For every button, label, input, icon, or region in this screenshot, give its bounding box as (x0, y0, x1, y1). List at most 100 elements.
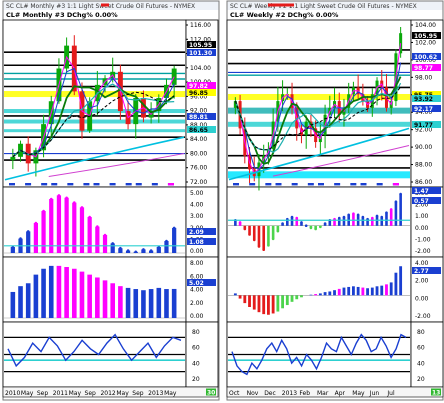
price-flag-label: 86.65 (189, 127, 208, 134)
histogram-dot (295, 216, 299, 220)
histogram-dot (337, 216, 341, 220)
histogram-dot (257, 245, 261, 248)
histogram-dot (262, 248, 265, 252)
histogram-dot (323, 222, 327, 225)
date-label: Oct (229, 390, 240, 397)
ind2-tick-label: -2.00 (415, 313, 431, 320)
price-flag-label: 105.95 (414, 33, 437, 40)
osc-tick-label: 60 (192, 345, 200, 352)
signal-marker (318, 183, 324, 186)
ind2-tick-label: 2.00 (190, 300, 204, 307)
osc-tick-label: 60 (417, 345, 425, 352)
chart-panel-right: SC CL# Weekly #2 1:1 Light Sweet Crude O… (226, 0, 444, 401)
histogram-dot (361, 215, 365, 219)
date-label: 2013 (282, 390, 297, 397)
price-tick-label: 104.00 (190, 65, 211, 72)
histogram-dot (300, 221, 303, 224)
histogram-dot (57, 194, 61, 197)
axis-ind1 (185, 186, 219, 258)
histogram-dot (238, 221, 242, 224)
histogram-dot (385, 211, 388, 214)
ind1-flag-label: 1.08 (189, 239, 204, 246)
price-tick-label: 116.00 (190, 22, 211, 29)
histogram-dot (314, 227, 317, 231)
ind1-tick-label: 0.00 (415, 225, 429, 232)
signal-marker (125, 183, 132, 186)
histogram-dot (165, 239, 168, 243)
price-tick-label: 76.00 (190, 165, 207, 172)
price-flag-label: 98.77 (414, 65, 433, 72)
histogram-dot (126, 249, 130, 252)
corner-badge-label: 30 (207, 390, 215, 397)
price-flag-label: 93.92 (414, 96, 433, 103)
signal-marker (41, 183, 48, 186)
histogram-dot (271, 237, 275, 241)
ind2-flag-label: 5.02 (189, 280, 204, 287)
price-flag-label: 88.81 (189, 114, 208, 121)
histogram-dot (142, 248, 145, 251)
window-title-text: SC CL# Monthly #3 1:1 Light Sweet Crude … (6, 3, 195, 10)
histogram-dot (290, 215, 294, 219)
date-label: May (69, 390, 82, 397)
osc-tick-label: 80 (192, 329, 200, 336)
ind2-flag-label: 2.77 (414, 268, 429, 275)
histogram-dot (380, 215, 384, 219)
histogram-dot (281, 222, 284, 225)
price-flag-label: 105.95 (189, 42, 212, 49)
price-tick-label: 102.00 (415, 39, 436, 46)
pane-ind2 (226, 256, 412, 323)
histogram-dot (49, 197, 53, 201)
histogram-dot (352, 212, 355, 216)
histogram-dot (252, 238, 256, 242)
histogram-dot (371, 216, 374, 220)
histogram-dot (88, 215, 91, 219)
ind1-tick-label: 3.00 (190, 213, 204, 220)
histogram-dot (347, 213, 350, 217)
signal-marker (275, 183, 282, 186)
histogram-dot (319, 225, 322, 229)
ind1-tick-label: 0.00 (190, 248, 204, 255)
histogram-dot (248, 233, 251, 236)
price-tick-label: 84.00 (190, 136, 207, 143)
histogram-dot (399, 192, 402, 196)
date-label: May (116, 390, 129, 397)
axis-osc (410, 321, 444, 388)
histogram-dot (19, 237, 22, 240)
ind1-tick-label: 1.00 (415, 213, 429, 220)
price-flag-label: 91.77 (414, 122, 433, 129)
date-label: Dec (264, 390, 276, 397)
histogram-dot (119, 246, 122, 250)
signal-marker (393, 183, 399, 186)
ind2-tick-label: 0.00 (190, 313, 204, 320)
chart-workspace: SC CL# Monthly #3 1:1 Light Sweet Crude … (0, 0, 444, 403)
date-label: 2012 (100, 390, 115, 397)
price-band (4, 129, 185, 133)
ind2-tick-label: 4.00 (190, 287, 204, 294)
price-tick-label: 86.00 (415, 179, 432, 186)
signal-marker (51, 183, 58, 186)
title-marker (268, 3, 294, 7)
date-label: Jun (369, 390, 380, 397)
date-label: May (21, 390, 34, 397)
histogram-dot (267, 244, 270, 247)
histogram-dot (276, 229, 280, 233)
price-tick-label: 88.00 (415, 162, 432, 169)
histogram-dot (342, 215, 346, 219)
histogram-dot (309, 226, 313, 230)
ind2-tick-label: 8.00 (190, 260, 204, 267)
histogram-dot (111, 242, 115, 245)
price-band (4, 119, 185, 124)
histogram-dot (134, 250, 138, 254)
histogram-dot (34, 221, 38, 225)
signal-marker (9, 183, 15, 186)
price-tick-label: 72.00 (190, 179, 207, 186)
date-label: Jul (386, 390, 395, 397)
chart-canvas: SC CL# Monthly #3 1:1 Light Sweet Crude … (2, 0, 444, 401)
ind1-tick-label: 5.00 (190, 190, 204, 197)
price-tick-label: 90.00 (415, 144, 432, 151)
osc-tick-label: 20 (417, 376, 425, 383)
price-band (228, 107, 410, 114)
histogram-dot (356, 213, 360, 217)
signal-marker (135, 183, 142, 186)
histogram-dot (103, 233, 107, 237)
